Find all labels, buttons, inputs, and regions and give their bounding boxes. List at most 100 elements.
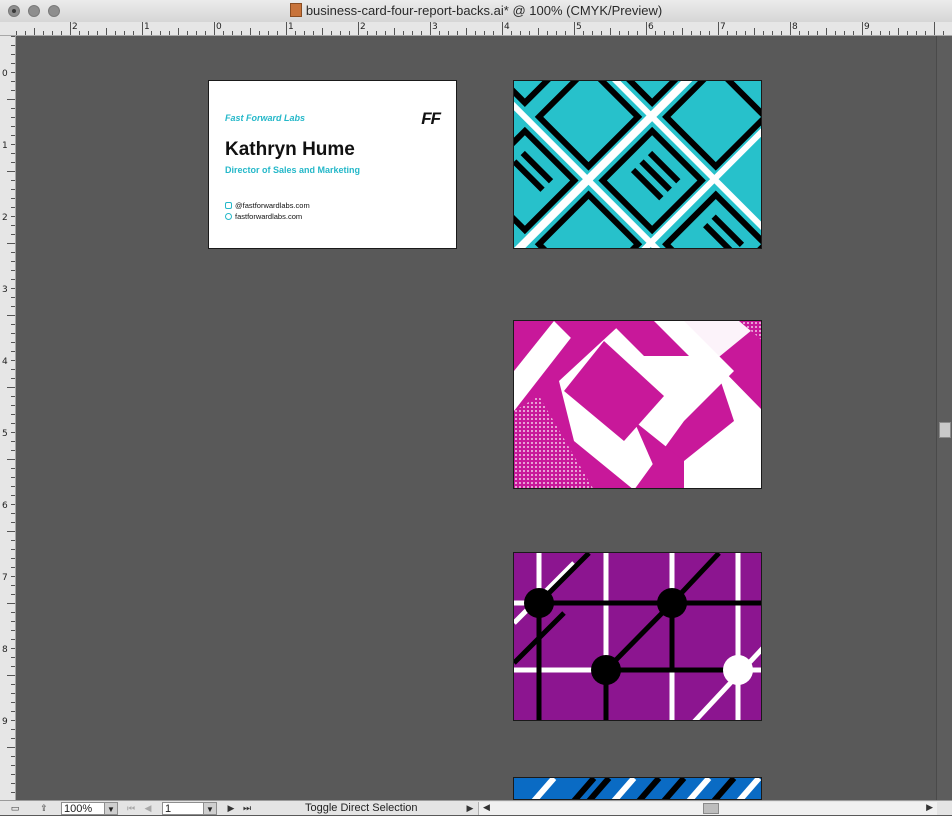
ruler-tick <box>745 31 746 35</box>
ruler-tick <box>331 31 332 35</box>
ruler-tick <box>313 31 314 35</box>
email-line: @fastforwardlabs.com <box>225 201 310 210</box>
ruler-tick <box>11 189 15 190</box>
ruler-tick <box>25 31 26 35</box>
ruler-tick <box>11 504 15 505</box>
ruler-tick <box>358 22 359 35</box>
ruler-tick <box>11 513 15 514</box>
ruler-tick <box>115 31 116 35</box>
vertical-scroll-thumb[interactable] <box>939 422 951 438</box>
ruler-tick <box>70 22 71 35</box>
ff-logo: FF <box>421 109 441 128</box>
ruler-tick <box>808 31 809 35</box>
ruler-label: 4 <box>2 357 8 367</box>
ruler-label: 7 <box>720 22 726 32</box>
ruler-tick <box>11 432 15 433</box>
ruler-tick <box>11 306 15 307</box>
ruler-tick <box>340 31 341 35</box>
horizontal-scroll-thumb[interactable] <box>703 803 719 814</box>
card-back-cyan-artboard[interactable] <box>513 80 762 249</box>
zoom-input[interactable]: 100% <box>61 802 105 815</box>
ruler-tick <box>142 22 143 35</box>
ruler-tick <box>214 22 215 35</box>
card-front-artboard[interactable]: Fast Forward Labs FF Kathryn Hume Direct… <box>208 80 457 249</box>
ruler-tick <box>124 31 125 35</box>
ruler-tick <box>268 31 269 35</box>
ruler-label: 1 <box>288 22 294 32</box>
ruler-label: 2 <box>72 22 78 32</box>
ruler-tick <box>11 711 15 712</box>
ruler-tick <box>259 31 260 35</box>
scroll-right-arrow-icon[interactable]: ▶ <box>926 802 933 813</box>
card-back-blue-artboard[interactable] <box>513 777 762 800</box>
horizontal-ruler[interactable]: 2 1 0 1 2 3 4 5 6 7 8 9 <box>0 22 952 36</box>
artboard-number-input[interactable]: 1 <box>162 802 204 815</box>
current-tool-label: Toggle Direct Selection <box>305 802 418 814</box>
ruler-tick <box>11 414 15 415</box>
ruler-tick <box>11 297 15 298</box>
ruler-tick <box>538 28 539 35</box>
ruler-tick <box>11 108 15 109</box>
last-artboard-icon[interactable]: ⏭ <box>241 802 253 815</box>
ruler-tick <box>304 31 305 35</box>
ruler-tick <box>11 477 15 478</box>
window-title-container: business-card-four-report-backs.ai* @ 10… <box>0 3 952 18</box>
ruler-tick <box>11 765 15 766</box>
ruler-tick <box>11 468 15 469</box>
ruler-tick <box>799 31 800 35</box>
share-icon[interactable]: ⇪ <box>36 802 52 815</box>
ruler-label: 8 <box>2 645 8 655</box>
ruler-tick <box>34 28 35 35</box>
ruler-tick <box>88 31 89 35</box>
next-artboard-icon[interactable]: ▶ <box>225 802 237 815</box>
ruler-tick <box>790 22 791 35</box>
ruler-tick <box>907 31 908 35</box>
status-menu-arrow-icon[interactable]: ▶ <box>465 802 475 815</box>
first-artboard-icon[interactable]: ⏮ <box>125 802 137 815</box>
ruler-tick <box>448 31 449 35</box>
ruler-tick <box>844 31 845 35</box>
ruler-label: 2 <box>360 22 366 32</box>
ruler-tick <box>403 31 404 35</box>
ruler-tick <box>7 747 15 748</box>
ruler-tick <box>11 684 15 685</box>
gpu-performance-icon[interactable]: ▭ <box>6 802 24 815</box>
horizontal-scrollbar[interactable]: ◀ ▶ <box>478 802 937 815</box>
card-back-magenta-artboard[interactable] <box>513 320 762 489</box>
ruler-tick <box>700 31 701 35</box>
ruler-tick <box>925 31 926 35</box>
ruler-tick <box>898 28 899 35</box>
ruler-tick <box>439 31 440 35</box>
zoom-dropdown-chevron-down-icon[interactable]: ▼ <box>104 802 118 815</box>
scroll-left-arrow-icon[interactable]: ◀ <box>483 802 490 813</box>
ruler-tick <box>916 31 917 35</box>
ruler-tick <box>196 31 197 35</box>
ruler-tick <box>11 396 15 397</box>
ruler-tick <box>502 22 503 35</box>
previous-artboard-icon[interactable]: ◀ <box>142 802 154 815</box>
ruler-tick <box>529 31 530 35</box>
ruler-tick <box>11 162 15 163</box>
vertical-scrollbar[interactable] <box>936 36 952 800</box>
ruler-tick <box>835 31 836 35</box>
ruler-tick <box>574 22 575 35</box>
card-back-purple-artboard[interactable] <box>513 552 762 721</box>
ruler-tick <box>52 31 53 35</box>
ruler-tick <box>11 585 15 586</box>
ruler-tick <box>11 36 15 37</box>
ruler-tick <box>11 324 15 325</box>
ruler-tick <box>646 22 647 35</box>
ruler-tick <box>11 756 15 757</box>
vertical-ruler[interactable]: 0 1 2 3 4 5 6 7 8 9 <box>0 36 16 800</box>
ruler-tick <box>11 450 15 451</box>
ruler-tick <box>11 792 15 793</box>
ruler-tick <box>79 31 80 35</box>
ruler-tick <box>11 639 15 640</box>
ruler-tick <box>493 31 494 35</box>
ruler-tick <box>11 594 15 595</box>
ruler-tick <box>11 153 15 154</box>
ruler-tick <box>11 180 15 181</box>
ruler-tick <box>286 22 287 35</box>
artboard-dropdown-chevron-down-icon[interactable]: ▼ <box>203 802 217 815</box>
ruler-tick <box>11 126 15 127</box>
